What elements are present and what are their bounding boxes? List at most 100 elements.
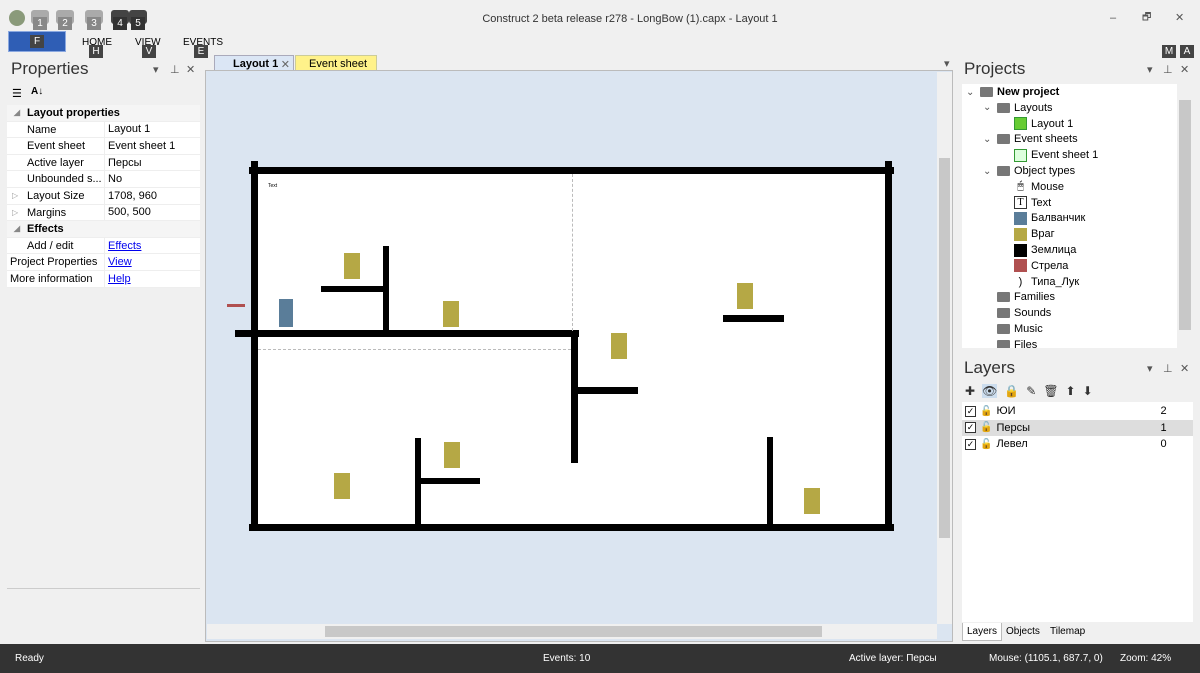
property-value[interactable]: Effects	[105, 240, 141, 252]
tree-item[interactable]: Music	[983, 321, 1043, 337]
lock-icon[interactable]: 🔓	[980, 406, 992, 417]
tree-item[interactable]: ⌄ Layouts	[983, 100, 1053, 116]
visible-checkbox[interactable]: ✓	[965, 422, 976, 434]
tree-item[interactable]: T Text	[1000, 195, 1051, 211]
layer-row[interactable]: ✓ 🔓 ЮИ 2	[962, 403, 1193, 420]
close-panel-icon[interactable]: ✕	[1180, 63, 1189, 76]
ground-wall[interactable]	[767, 437, 773, 526]
sort-az-icon[interactable]: A↓	[31, 86, 43, 97]
lock-icon[interactable]: 🔓	[980, 422, 992, 433]
chevron-icon[interactable]: ⌄	[983, 166, 993, 177]
tab-layout-1[interactable]: Layout 1 ✕	[214, 55, 294, 71]
arrow-sprite[interactable]	[227, 304, 245, 307]
tree-item-label: Враг	[1031, 228, 1055, 241]
enemy-sprite[interactable]	[611, 333, 627, 359]
tree-item[interactable]: ⌄ Object types	[983, 163, 1075, 179]
tree-item[interactable]: Враг	[1000, 226, 1055, 242]
enemy-sprite[interactable]	[737, 283, 753, 309]
ground-wall[interactable]	[578, 387, 638, 394]
chevron-icon[interactable]: ⌄	[983, 102, 993, 113]
panel-menu-icon[interactable]: ▾	[153, 63, 159, 76]
scrollbar-thumb[interactable]	[325, 626, 822, 637]
panel-menu-icon[interactable]: ▾	[1147, 63, 1153, 76]
ground-wall[interactable]	[421, 478, 480, 484]
tree-item[interactable]: Layout 1	[1000, 116, 1073, 132]
ground-wall[interactable]	[249, 524, 894, 531]
properties-description	[7, 588, 200, 638]
tree-item[interactable]: Землица	[1000, 242, 1076, 258]
enemy-sprite[interactable]	[804, 488, 820, 514]
enemy-sprite[interactable]	[334, 473, 350, 499]
expand-icon[interactable]: ▷	[12, 191, 18, 200]
collapse-icon[interactable]: ◢	[7, 224, 27, 233]
collapse-icon[interactable]: ◢	[7, 108, 27, 117]
tab-event-sheet-1[interactable]: Event sheet 1	[295, 55, 377, 82]
pencil-icon[interactable]: ✎	[1026, 384, 1036, 398]
pin-icon[interactable]: ⊥	[170, 63, 180, 76]
arrow-up-icon[interactable]: ⬆	[1066, 384, 1076, 398]
chevron-icon[interactable]: ⌄	[966, 87, 976, 98]
ground-wall[interactable]	[235, 330, 579, 337]
key-badge: 4	[113, 17, 127, 30]
viewport-guide	[258, 349, 571, 350]
close-panel-icon[interactable]: ✕	[186, 63, 195, 76]
categorized-icon[interactable]: ☰	[12, 87, 22, 100]
property-value[interactable]: View	[105, 256, 132, 268]
tree-item[interactable]: Families	[983, 289, 1055, 305]
trash-icon[interactable]: 🗑	[1043, 384, 1058, 398]
tab-layers[interactable]: Layers	[962, 623, 1003, 641]
enemy-sprite[interactable]	[444, 442, 460, 468]
restore-button[interactable]: 🗗	[1142, 10, 1151, 27]
file-menu-button[interactable]: F	[8, 31, 66, 52]
tab-objects[interactable]: Objects	[1002, 623, 1044, 640]
close-panel-icon[interactable]: ✕	[1180, 362, 1189, 375]
pin-icon[interactable]: ⊥	[1163, 362, 1173, 375]
panel-menu-icon[interactable]: ▾	[1147, 362, 1153, 375]
close-button[interactable]: ✕	[1175, 11, 1184, 24]
tab-tilemap[interactable]: Tilemap	[1046, 623, 1089, 640]
project-scrollbar[interactable]	[1177, 84, 1193, 348]
tree-item[interactable]: ⌄ Event sheets	[983, 131, 1078, 147]
text-object[interactable]: Text	[268, 183, 277, 189]
tree-item[interactable]: Стрела	[1000, 258, 1068, 274]
chevron-icon[interactable]: ⌄	[983, 134, 993, 145]
layer-row[interactable]: ✓ 🔓 Левел 0	[962, 436, 1193, 453]
horizontal-scrollbar[interactable]	[207, 624, 937, 639]
ground-wall[interactable]	[321, 286, 385, 292]
ground-wall[interactable]	[249, 167, 894, 174]
minimize-button[interactable]: –	[1110, 12, 1116, 24]
pin-icon[interactable]: ⊥	[1163, 63, 1173, 76]
add-layer-icon[interactable]: ✚	[965, 384, 975, 398]
ground-wall[interactable]	[723, 315, 784, 322]
layer-row[interactable]: ✓ 🔓 Персы 1	[962, 419, 1193, 436]
tree-item[interactable]: Files	[983, 337, 1037, 348]
eye-icon[interactable]: 👁	[982, 384, 998, 398]
lock-icon[interactable]: 🔒	[1004, 384, 1019, 398]
tree-item[interactable]: Балванчик	[1000, 210, 1085, 226]
tree-item[interactable]: 🖱 Mouse	[1000, 179, 1064, 195]
tree-item-label: New project	[997, 86, 1060, 98]
tree-item[interactable]: Sounds	[983, 305, 1051, 321]
folder-icon	[997, 339, 1010, 348]
arrow-down-icon[interactable]: ⬇	[1083, 384, 1093, 398]
player-sprite[interactable]	[279, 299, 293, 327]
scrollbar-thumb[interactable]	[1179, 100, 1191, 330]
property-value[interactable]: Help	[105, 273, 131, 285]
tree-item[interactable]: ) Типа_Лук	[1000, 274, 1080, 290]
expand-icon[interactable]: ▷	[12, 208, 18, 217]
visible-checkbox[interactable]: ✓	[965, 405, 976, 417]
tree-item[interactable]: Event sheet 1	[1000, 147, 1098, 163]
enemy-sprite[interactable]	[443, 301, 459, 327]
visible-checkbox[interactable]: ✓	[965, 438, 976, 450]
ground-wall[interactable]	[251, 161, 258, 531]
enemy-sprite[interactable]	[344, 253, 360, 279]
lock-icon[interactable]: 🔓	[980, 439, 992, 450]
ground-wall[interactable]	[571, 331, 578, 463]
scrollbar-thumb[interactable]	[939, 158, 950, 538]
ground-wall[interactable]	[885, 161, 892, 531]
tree-item[interactable]: ⌄ New project	[966, 84, 1059, 100]
layout-view[interactable]: Text	[205, 70, 953, 642]
tabs-dropdown-icon[interactable]: ▾	[944, 57, 950, 70]
vertical-scrollbar[interactable]	[937, 72, 952, 624]
folder-icon	[997, 166, 1010, 176]
